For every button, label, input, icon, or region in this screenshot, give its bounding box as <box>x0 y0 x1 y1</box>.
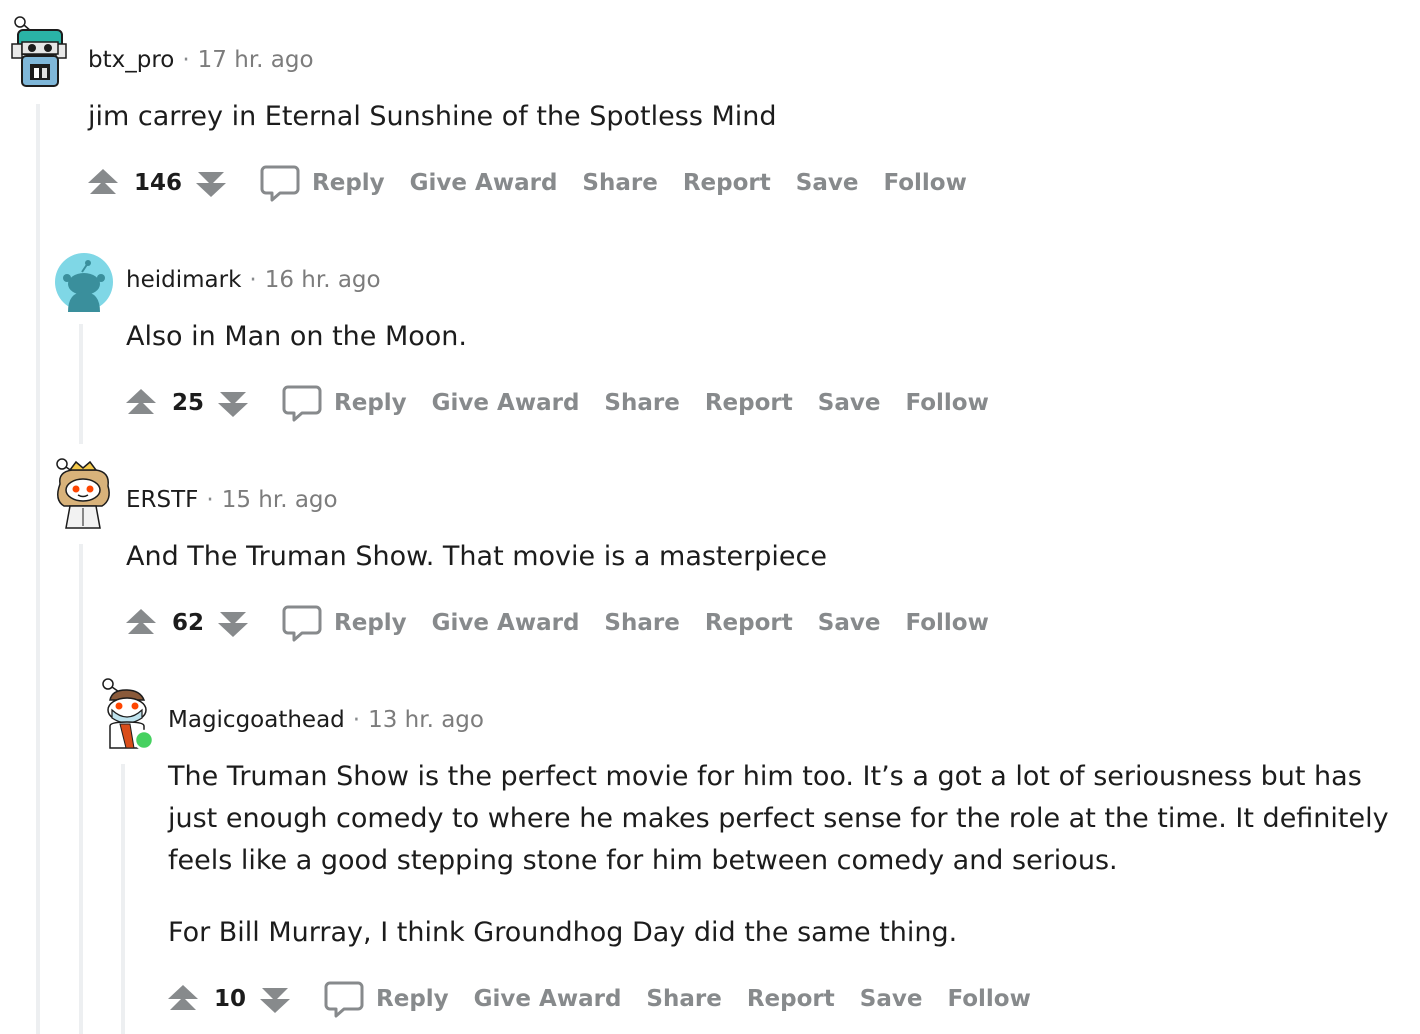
thread-line-level-2b[interactable] <box>79 544 83 1034</box>
comment-action-bar: 146 Reply Give Award Share Report Save F… <box>86 163 992 203</box>
timestamp[interactable]: 16 hr. ago <box>265 267 381 293</box>
share-button[interactable]: Share <box>604 390 679 416</box>
comment-bubble-icon <box>260 165 300 202</box>
separator-dot: · <box>352 707 361 733</box>
username-link[interactable]: heidimark <box>126 267 241 293</box>
save-button[interactable]: Save <box>860 986 923 1012</box>
comment-body: The Truman Show is the perfect movie for… <box>168 756 1400 984</box>
comment-bubble-icon <box>282 605 322 642</box>
share-button[interactable]: Share <box>604 610 679 636</box>
report-button[interactable]: Report <box>705 610 793 636</box>
give-award-button[interactable]: Give Award <box>432 390 580 416</box>
reply-label: Reply <box>334 390 407 416</box>
follow-button[interactable]: Follow <box>883 170 966 196</box>
comment-paragraph: The Truman Show is the perfect movie for… <box>168 761 1389 876</box>
timestamp[interactable]: 13 hr. ago <box>368 707 484 733</box>
comment-meta: ERSTF · 15 hr. ago <box>126 487 338 513</box>
reply-label: Reply <box>376 986 449 1012</box>
thread-line-level-3[interactable] <box>121 764 125 1034</box>
comment-paragraph: jim carrey in Eternal Sunshine of the Sp… <box>88 101 777 132</box>
reply-label: Reply <box>334 610 407 636</box>
separator-dot: · <box>206 487 214 513</box>
comment-body: And The Truman Show. That movie is a mas… <box>126 536 1376 608</box>
comment-paragraph: Also in Man on the Moon. <box>126 321 468 352</box>
separator-dot: · <box>249 267 257 293</box>
downvote-icon[interactable] <box>258 982 292 1016</box>
separator-dot: · <box>182 47 190 73</box>
report-button[interactable]: Report <box>747 986 835 1012</box>
downvote-icon[interactable] <box>216 386 250 420</box>
share-button[interactable]: Share <box>582 170 657 196</box>
thread-line-level-2[interactable] <box>79 324 83 444</box>
report-button[interactable]: Report <box>683 170 771 196</box>
reply-button[interactable]: Reply <box>260 163 385 203</box>
robot-snoo-avatar[interactable] <box>8 16 68 90</box>
reply-button[interactable]: Reply <box>324 979 449 1019</box>
username-link[interactable]: ERSTF <box>126 487 198 513</box>
save-button[interactable]: Save <box>818 390 881 416</box>
follow-button[interactable]: Follow <box>905 390 988 416</box>
downvote-icon[interactable] <box>216 606 250 640</box>
vote-score: 25 <box>172 390 205 416</box>
save-button[interactable]: Save <box>818 610 881 636</box>
timestamp[interactable]: 17 hr. ago <box>198 47 314 73</box>
comment-action-bar: 25 Reply Give Award Share Report Save Fo… <box>124 383 1014 423</box>
upvote-icon[interactable] <box>86 166 120 200</box>
share-button[interactable]: Share <box>646 986 721 1012</box>
comment-body: Also in Man on the Moon. <box>126 316 1376 388</box>
follow-button[interactable]: Follow <box>947 986 1030 1012</box>
vote-score: 146 <box>134 170 183 196</box>
upvote-icon[interactable] <box>124 606 158 640</box>
save-button[interactable]: Save <box>796 170 859 196</box>
username-link[interactable]: btx_pro <box>88 47 174 73</box>
comment-action-bar: 10 Reply Give Award Share Report Save Fo… <box>166 979 1056 1019</box>
username-link[interactable]: Magicgoathead <box>168 707 345 733</box>
follow-button[interactable]: Follow <box>905 610 988 636</box>
comment-body: jim carrey in Eternal Sunshine of the Sp… <box>88 96 1378 168</box>
comment-meta: heidimark · 16 hr. ago <box>126 267 381 293</box>
reply-button[interactable]: Reply <box>282 603 407 643</box>
thread-line-level-1[interactable] <box>36 104 40 1034</box>
give-award-button[interactable]: Give Award <box>432 610 580 636</box>
comment-bubble-icon <box>282 385 322 422</box>
vote-score: 10 <box>214 986 247 1012</box>
default-snoo-avatar[interactable] <box>54 252 114 312</box>
downvote-icon[interactable] <box>194 166 228 200</box>
comment-meta: Magicgoathead · 13 hr. ago <box>168 707 484 733</box>
upvote-icon[interactable] <box>166 982 200 1016</box>
online-status-dot <box>133 729 155 751</box>
comment-action-bar: 62 Reply Give Award Share Report Save Fo… <box>124 603 1014 643</box>
upvote-icon[interactable] <box>124 386 158 420</box>
reply-button[interactable]: Reply <box>282 383 407 423</box>
reply-label: Reply <box>312 170 385 196</box>
snoo-crown-avatar[interactable] <box>52 456 114 530</box>
comment-paragraph: For Bill Murray, I think Groundhog Day d… <box>168 917 958 948</box>
give-award-button[interactable]: Give Award <box>474 986 622 1012</box>
give-award-button[interactable]: Give Award <box>410 170 558 196</box>
vote-score: 62 <box>172 610 205 636</box>
report-button[interactable]: Report <box>705 390 793 416</box>
comment-meta: btx_pro · 17 hr. ago <box>88 47 314 73</box>
snoo-mask-avatar[interactable] <box>96 676 158 752</box>
comment-paragraph: And The Truman Show. That movie is a mas… <box>126 541 827 572</box>
comment-bubble-icon <box>324 981 364 1018</box>
timestamp[interactable]: 15 hr. ago <box>222 487 338 513</box>
